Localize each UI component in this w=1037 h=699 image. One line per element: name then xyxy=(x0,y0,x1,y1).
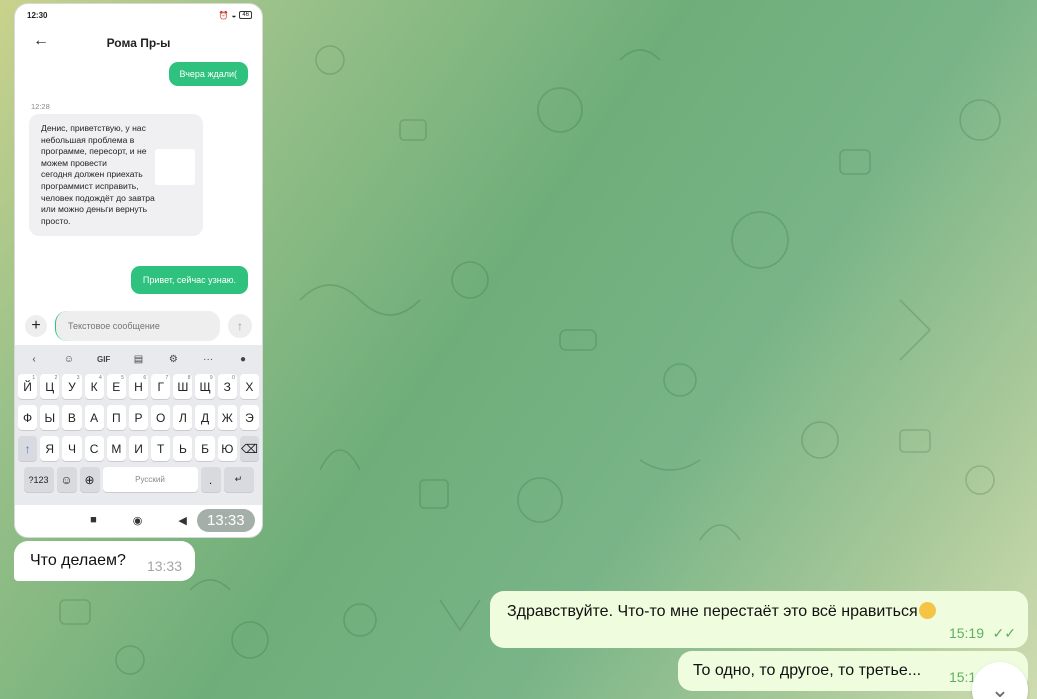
on-screen-keyboard: ‹ ☺ GIF ▤ ⚙ ··· ● Й1Ц2У3К4Е5Н6Г7Ш8Щ9З0Х … xyxy=(15,345,262,505)
plus-icon[interactable]: + xyxy=(25,315,47,337)
key-Я[interactable]: Я xyxy=(40,436,60,461)
chat-header: ← Рома Пр-ы xyxy=(15,26,262,60)
phone-screenshot: 12:30 ⏰ ◒ 46 ← Рома Пр-ы Вчера ждали( 12… xyxy=(14,3,263,538)
back-arrow-icon[interactable]: ← xyxy=(33,32,49,50)
status-bar: 12:30 ⏰ ◒ 46 xyxy=(15,4,262,26)
backspace-key[interactable]: ⌫ xyxy=(239,436,260,461)
key-Ь[interactable]: Ь xyxy=(173,436,193,461)
key-Х[interactable]: Х xyxy=(239,374,260,399)
keyboard-row-3: ↑ Я Ч С М И Т Ь Б Ю ⌫ xyxy=(15,433,262,464)
key-И[interactable]: И xyxy=(128,436,149,461)
battery-icon: 46 xyxy=(239,11,252,19)
more-icon[interactable]: ··· xyxy=(199,354,217,365)
emoji-key[interactable]: ☺ xyxy=(56,467,77,492)
status-time: 12:30 xyxy=(27,10,48,20)
period-key[interactable]: . xyxy=(200,467,221,492)
enter-key[interactable]: ↵ xyxy=(223,467,254,492)
key-Н[interactable]: Н6 xyxy=(128,374,149,399)
message-input[interactable] xyxy=(55,311,220,341)
key-Д[interactable]: Д xyxy=(195,405,215,430)
key-К[interactable]: К4 xyxy=(84,374,104,399)
key-Ш[interactable]: Ш8 xyxy=(173,374,193,399)
key-В[interactable]: В xyxy=(62,405,82,430)
phone-message-time: 12:28 xyxy=(31,102,50,111)
key-Ц[interactable]: Ц2 xyxy=(40,374,60,399)
outgoing-message[interactable]: Здравствуйте. Что-то мне перестаёт это в… xyxy=(490,591,1028,648)
key-У[interactable]: У3 xyxy=(62,374,82,399)
gif-button[interactable]: GIF xyxy=(95,355,113,364)
contact-name: Рома Пр-ы xyxy=(106,36,171,50)
key-Г[interactable]: Г7 xyxy=(151,374,171,399)
key-Й[interactable]: Й1 xyxy=(17,374,38,399)
key-О[interactable]: О xyxy=(151,405,171,430)
double-check-icon: ✓✓ xyxy=(992,625,1016,641)
back-triangle-icon[interactable]: ◀ xyxy=(178,514,186,527)
chevron-left-icon[interactable]: ‹ xyxy=(25,354,43,365)
alarm-icon: ⏰ xyxy=(218,10,229,20)
key-Б[interactable]: Б xyxy=(195,436,215,461)
space-key[interactable]: Русский xyxy=(102,467,198,492)
pensive-face-icon xyxy=(918,602,936,619)
key-Щ[interactable]: Щ9 xyxy=(195,374,215,399)
outgoing-message-time: 15:19 xyxy=(948,625,984,641)
key-З[interactable]: З0 xyxy=(217,374,237,399)
key-Ф[interactable]: Ф xyxy=(17,405,38,430)
keyboard-row-4: ?123 ☺ ⊕ Русский . ↵ xyxy=(15,464,262,495)
globe-icon[interactable]: ⊕ xyxy=(79,467,100,492)
clipboard-icon[interactable]: ▤ xyxy=(129,354,147,365)
outgoing-message-text: То одно, то другое, то третье... xyxy=(693,662,922,679)
recent-apps-icon[interactable]: ■ xyxy=(90,514,97,526)
key-Э[interactable]: Э xyxy=(239,405,260,430)
key-Т[interactable]: Т xyxy=(151,436,171,461)
sticker-icon[interactable]: ☺ xyxy=(60,354,78,365)
gear-icon[interactable]: ⚙ xyxy=(164,354,182,365)
keyboard-toolbar: ‹ ☺ GIF ▤ ⚙ ··· ● xyxy=(15,347,262,371)
phone-outgoing-message: Вчера ждали( xyxy=(168,62,248,86)
incoming-message[interactable]: Что делаем? 13:33 xyxy=(14,541,195,581)
key-П[interactable]: П xyxy=(106,405,126,430)
keyboard-row-2: ФЫВАПРОЛДЖЭ xyxy=(15,402,262,433)
outgoing-message-text: Здравствуйте. Что-то мне перестаёт это в… xyxy=(507,602,936,621)
status-icons: ⏰ ◒ 46 xyxy=(218,10,252,20)
screenshot-time-overlay: 13:33 xyxy=(197,509,255,532)
key-Л[interactable]: Л xyxy=(173,405,193,430)
wifi-icon: ◒ xyxy=(231,10,237,20)
incoming-message-text: Что делаем? xyxy=(30,552,126,569)
key-Ы[interactable]: Ы xyxy=(40,405,60,430)
key-Е[interactable]: Е5 xyxy=(106,374,126,399)
phone-chat-area: Вчера ждали( 12:28 Денис, приветствую, у… xyxy=(15,60,262,307)
redaction-patch xyxy=(155,149,195,185)
keyboard-row-1: Й1Ц2У3К4Е5Н6Г7Ш8Щ9З0Х xyxy=(15,371,262,402)
symbols-key[interactable]: ?123 xyxy=(23,467,54,492)
key-Ж[interactable]: Ж xyxy=(217,405,237,430)
key-Ч[interactable]: Ч xyxy=(62,436,82,461)
shift-key[interactable]: ↑ xyxy=(17,436,38,461)
key-С[interactable]: С xyxy=(84,436,104,461)
key-А[interactable]: А xyxy=(84,405,104,430)
phone-input-row: + ↑ xyxy=(15,307,262,345)
key-Р[interactable]: Р xyxy=(128,405,149,430)
incoming-message-time: 13:33 xyxy=(146,558,182,574)
phone-outgoing-reply: Привет, сейчас узнаю. xyxy=(130,266,248,294)
send-arrow-icon[interactable]: ↑ xyxy=(228,314,252,338)
key-Ю[interactable]: Ю xyxy=(217,436,237,461)
key-М[interactable]: М xyxy=(106,436,126,461)
microphone-icon[interactable]: ● xyxy=(234,354,252,365)
home-icon[interactable]: ◉ xyxy=(133,514,143,527)
